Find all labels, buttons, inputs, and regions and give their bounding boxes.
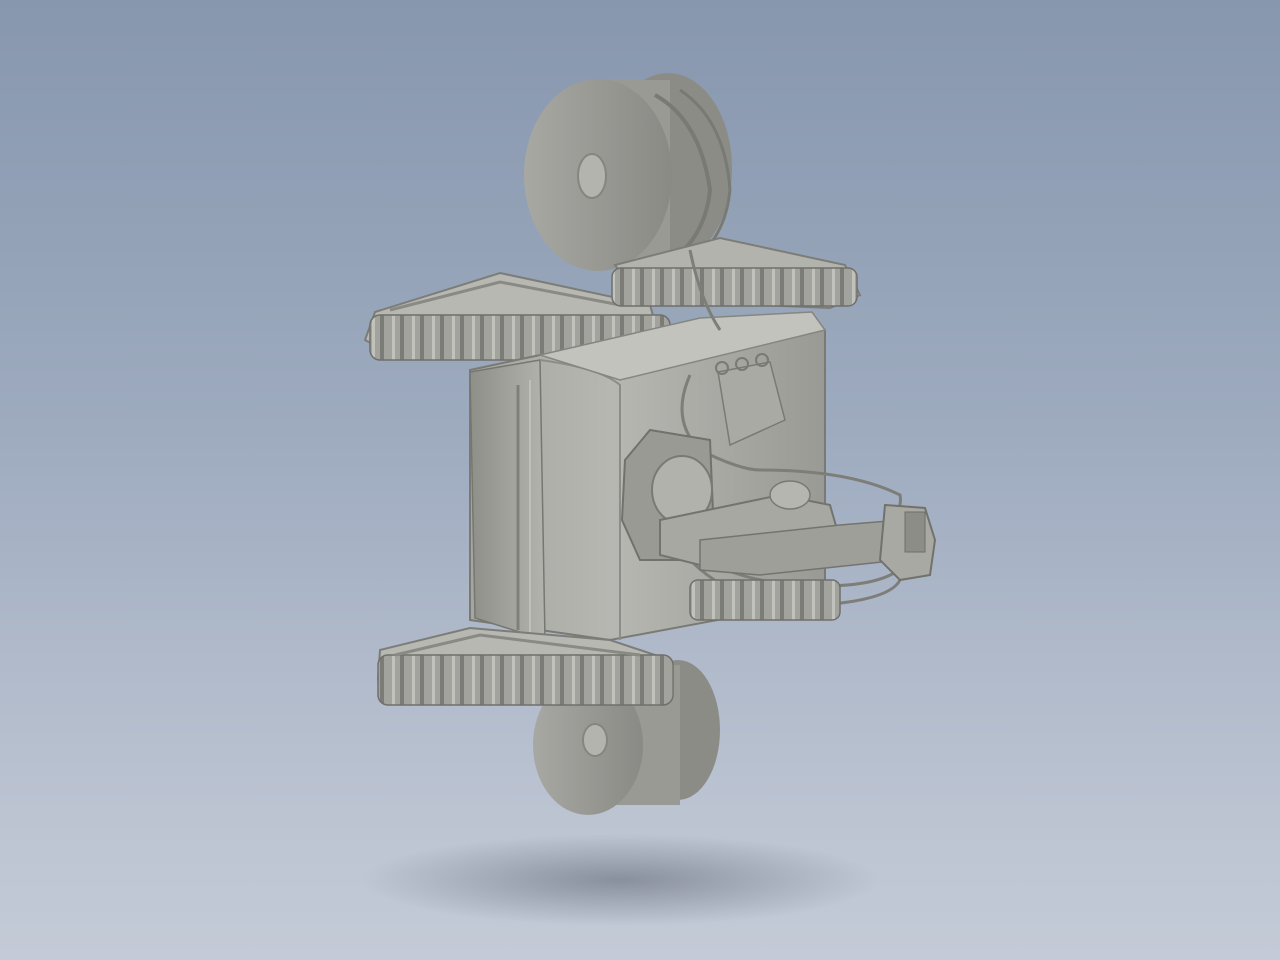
cad-viewport[interactable] [0, 0, 1280, 960]
lower-left-track [376, 626, 674, 706]
ground-shadow [360, 834, 880, 926]
robot-model-render [360, 73, 937, 926]
lower-right-track [689, 579, 841, 621]
gripper [878, 503, 937, 582]
top-drum-wheel [524, 73, 732, 271]
